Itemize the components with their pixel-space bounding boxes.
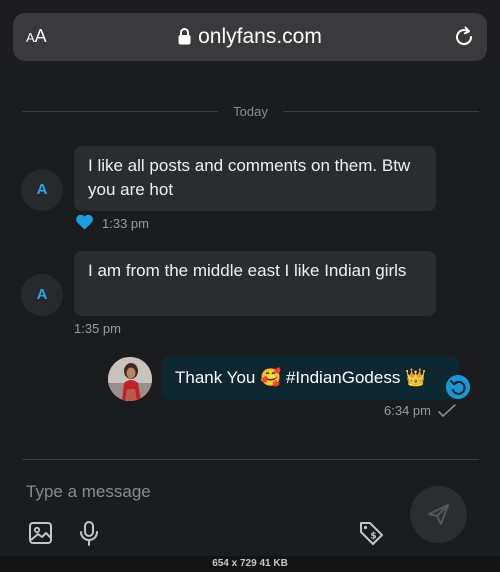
image-info-footer: 654 x 729 41 KB xyxy=(0,556,500,572)
message-text: I like all posts and comments on them. B… xyxy=(88,156,411,199)
send-button[interactable] xyxy=(410,486,467,543)
url-text[interactable]: onlyfans.com xyxy=(198,25,322,48)
price-tag-icon[interactable]: $ xyxy=(358,520,384,546)
message-bubble-incoming[interactable]: I am from the middle east I like Indian … xyxy=(74,251,436,316)
message-time: 6:34 pm xyxy=(384,403,431,418)
microphone-icon[interactable] xyxy=(76,520,102,546)
image-icon[interactable] xyxy=(28,520,54,546)
lock-icon xyxy=(178,28,191,45)
browser-toolbar: AA onlyfans.com xyxy=(0,0,500,72)
heart-icon[interactable] xyxy=(75,213,94,231)
undo-icon[interactable] xyxy=(446,375,470,399)
profile-photo xyxy=(108,357,152,401)
day-divider-left xyxy=(22,111,218,112)
message-time: 1:35 pm xyxy=(74,321,121,336)
message-text: Thank You 🥰 #IndianGodess 👑 xyxy=(175,368,427,387)
send-icon xyxy=(428,504,449,525)
check-icon xyxy=(438,404,456,417)
day-separator: Today xyxy=(233,104,268,119)
address-bar[interactable]: AA onlyfans.com xyxy=(13,13,487,61)
sender-avatar[interactable]: A xyxy=(21,274,63,316)
composer-divider xyxy=(22,459,479,460)
message-bubble-outgoing[interactable]: Thank You 🥰 #IndianGodess 👑 xyxy=(162,356,459,400)
reload-icon[interactable] xyxy=(452,25,476,49)
dollar-glyph: $ xyxy=(370,532,376,542)
user-avatar[interactable] xyxy=(108,357,152,401)
message-text: I am from the middle east I like Indian … xyxy=(88,261,407,280)
sender-avatar[interactable]: A xyxy=(21,169,63,211)
message-bubble-incoming[interactable]: I like all posts and comments on them. B… xyxy=(74,146,436,211)
message-time: 1:33 pm xyxy=(102,216,149,231)
chat-screen: AA onlyfans.com Today A I like all posts… xyxy=(0,0,500,556)
message-input[interactable] xyxy=(26,480,326,504)
day-divider-right xyxy=(283,111,479,112)
